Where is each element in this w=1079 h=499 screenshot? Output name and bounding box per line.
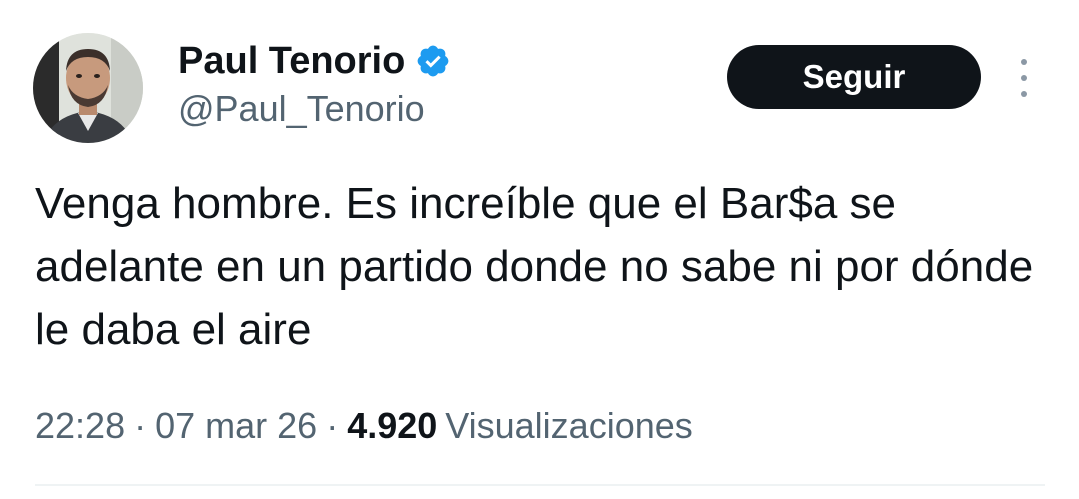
separator-dot: · (326, 405, 339, 446)
tweet-text: Venga hombre. Es increíble que el Bar$a … (35, 179, 1034, 354)
author-name-row[interactable]: Paul Tenorio (178, 38, 451, 84)
tweet-card: Paul Tenorio @Paul_Tenorio Seguir Venga … (0, 0, 1079, 499)
author-handle[interactable]: @Paul_Tenorio (178, 88, 425, 130)
more-dot (1021, 59, 1027, 65)
more-vertical-icon[interactable] (1010, 58, 1038, 98)
separator-dot: · (134, 405, 147, 446)
follow-button[interactable]: Seguir (727, 45, 981, 109)
more-dot (1021, 75, 1027, 81)
views-count[interactable]: 4.920 (347, 405, 437, 447)
tweet-metadata: 22:28 · 07 mar 26 · 4.920 Visualizacione… (35, 398, 693, 454)
tweet-date[interactable]: 07 mar 26 (155, 405, 317, 447)
avatar[interactable] (33, 33, 143, 143)
more-dot (1021, 91, 1027, 97)
author-display-name[interactable]: Paul Tenorio (178, 40, 405, 83)
divider (35, 484, 1045, 486)
tweet-time[interactable]: 22:28 (35, 405, 125, 447)
views-label[interactable]: Visualizaciones (445, 405, 692, 447)
verified-badge-icon (415, 43, 451, 79)
avatar-image (33, 33, 143, 143)
